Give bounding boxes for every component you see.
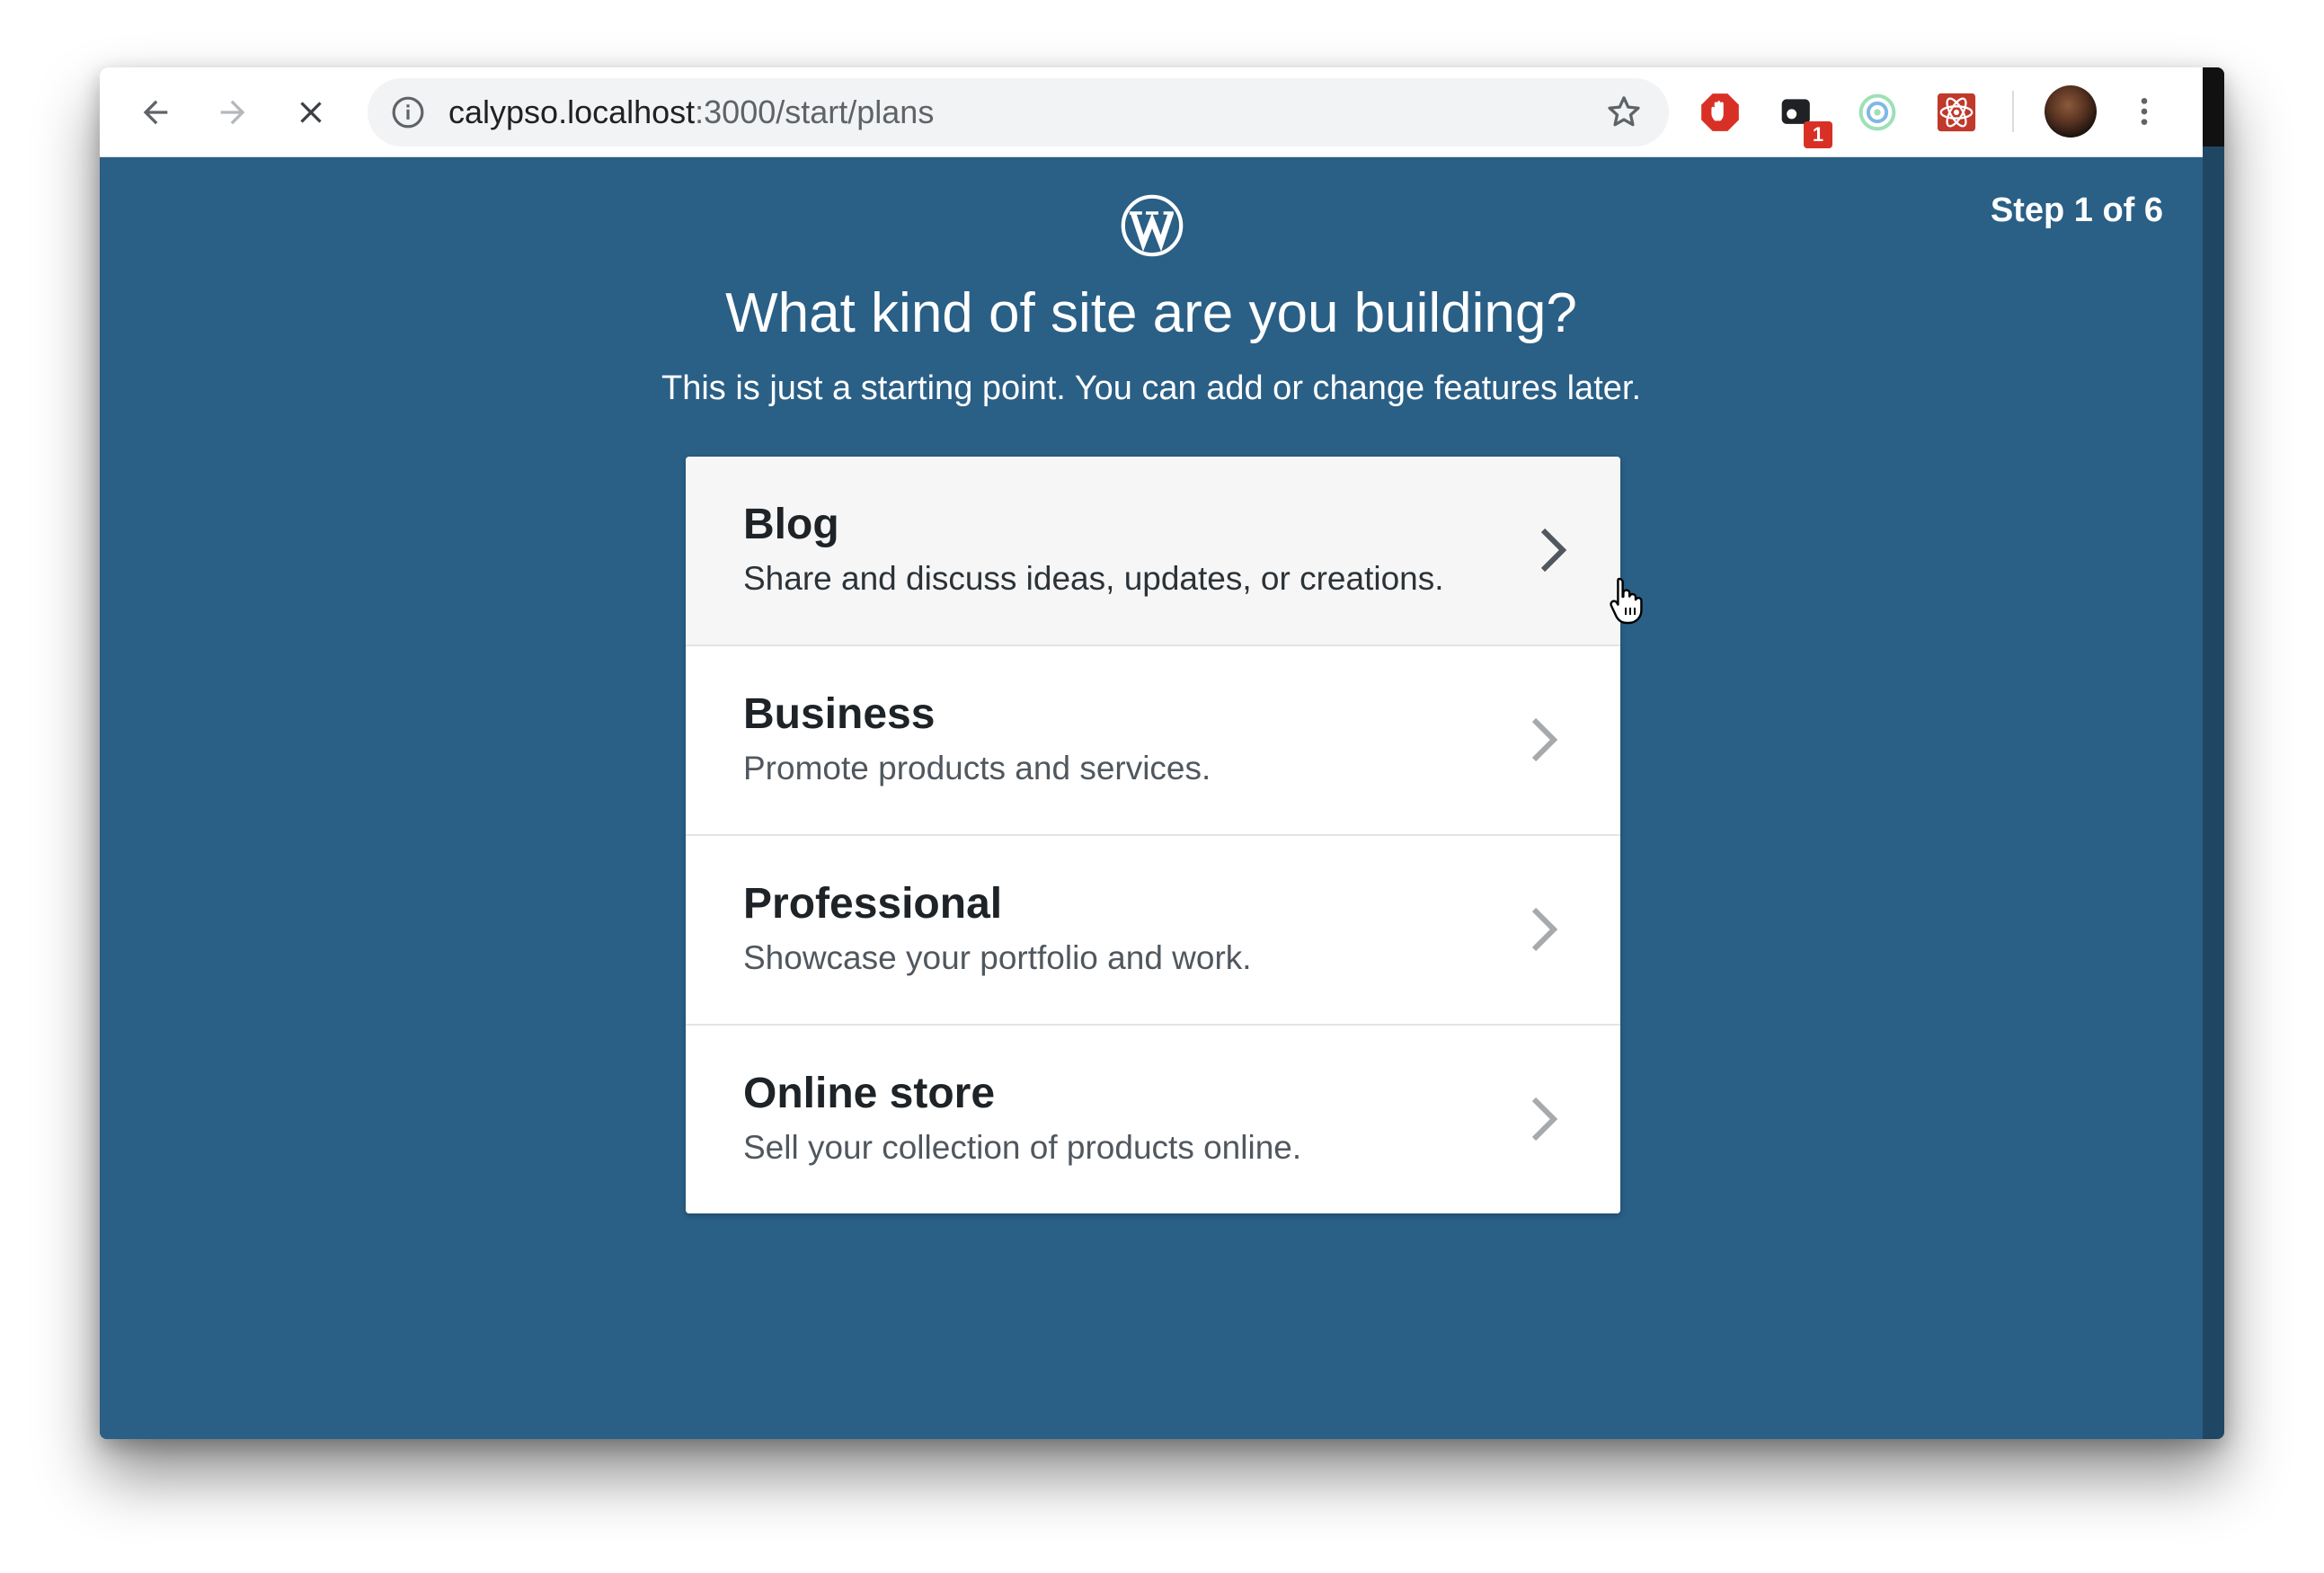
site-type-label: Online store bbox=[743, 1070, 996, 1117]
site-type-description: Share and discuss ideas, updates, or cre… bbox=[743, 560, 1444, 597]
toolbar-divider bbox=[2012, 91, 2014, 132]
browser-toolbar: calypso.localhost:3000/start/plans 1 bbox=[100, 67, 2224, 157]
arrow-right-icon bbox=[220, 100, 245, 125]
page-title: What kind of site are you building? bbox=[725, 282, 1577, 344]
react-devtools-button[interactable] bbox=[1933, 89, 1980, 136]
wordpress-logo-icon bbox=[1121, 194, 1184, 257]
url-text: calypso.localhost:3000/start/plans bbox=[448, 78, 934, 147]
extension-badge: 1 bbox=[1804, 121, 1832, 148]
chevron-right-icon bbox=[1540, 528, 1567, 573]
page-subtitle: This is just a starting point. You can a… bbox=[661, 369, 1641, 407]
site-type-description: Sell your collection of products online. bbox=[743, 1129, 1302, 1166]
site-type-label: Business bbox=[743, 690, 936, 738]
stop-hand-icon bbox=[1701, 93, 1739, 131]
address-bar[interactable]: calypso.localhost:3000/start/plans bbox=[368, 78, 1669, 147]
react-icon bbox=[1937, 93, 1976, 132]
back-button[interactable] bbox=[130, 87, 181, 138]
site-type-online-store[interactable]: Online store Sell your collection of pro… bbox=[686, 1026, 1620, 1213]
chevron-right-icon bbox=[1531, 907, 1558, 952]
target-extension-button[interactable] bbox=[1854, 89, 1901, 136]
site-type-business[interactable]: Business Promote products and services. bbox=[686, 646, 1620, 836]
chevron-right-icon bbox=[1531, 1097, 1558, 1142]
window-edge bbox=[2203, 67, 2224, 1439]
site-type-description: Showcase your portfolio and work. bbox=[743, 939, 1252, 976]
star-icon[interactable] bbox=[1604, 93, 1644, 132]
info-icon[interactable] bbox=[391, 95, 425, 129]
browser-window: calypso.localhost:3000/start/plans 1 Ste… bbox=[100, 67, 2224, 1439]
url-path: :3000/start/plans bbox=[695, 93, 935, 130]
target-icon bbox=[1858, 93, 1896, 131]
adblock-extension-button[interactable] bbox=[1697, 89, 1743, 136]
browser-menu-button[interactable] bbox=[2122, 89, 2167, 134]
window-edge-top bbox=[2203, 67, 2224, 147]
site-type-list: Blog Share and discuss ideas, updates, o… bbox=[686, 457, 1620, 1213]
close-icon bbox=[300, 102, 322, 123]
site-type-professional[interactable]: Professional Showcase your portfolio and… bbox=[686, 836, 1620, 1026]
site-type-label: Blog bbox=[743, 501, 839, 548]
url-host: calypso.localhost bbox=[448, 93, 696, 130]
profile-avatar[interactable] bbox=[2045, 85, 2097, 138]
site-type-label: Professional bbox=[743, 880, 1003, 928]
arrow-left-icon bbox=[143, 100, 168, 125]
step-indicator: Step 1 of 6 bbox=[1990, 191, 2163, 229]
more-vertical-icon bbox=[2141, 98, 2148, 125]
forward-button[interactable] bbox=[208, 87, 258, 138]
hand-pointer-cursor-icon bbox=[1610, 577, 1643, 625]
stop-loading-button[interactable] bbox=[286, 87, 336, 138]
signup-page: Step 1 of 6 What kind of site are you bu… bbox=[100, 157, 2203, 1439]
site-type-blog[interactable]: Blog Share and discuss ideas, updates, o… bbox=[686, 457, 1620, 646]
chevron-right-icon bbox=[1531, 717, 1558, 762]
extension-with-badge-button[interactable]: 1 bbox=[1775, 89, 1832, 148]
site-type-description: Promote products and services. bbox=[743, 750, 1211, 786]
